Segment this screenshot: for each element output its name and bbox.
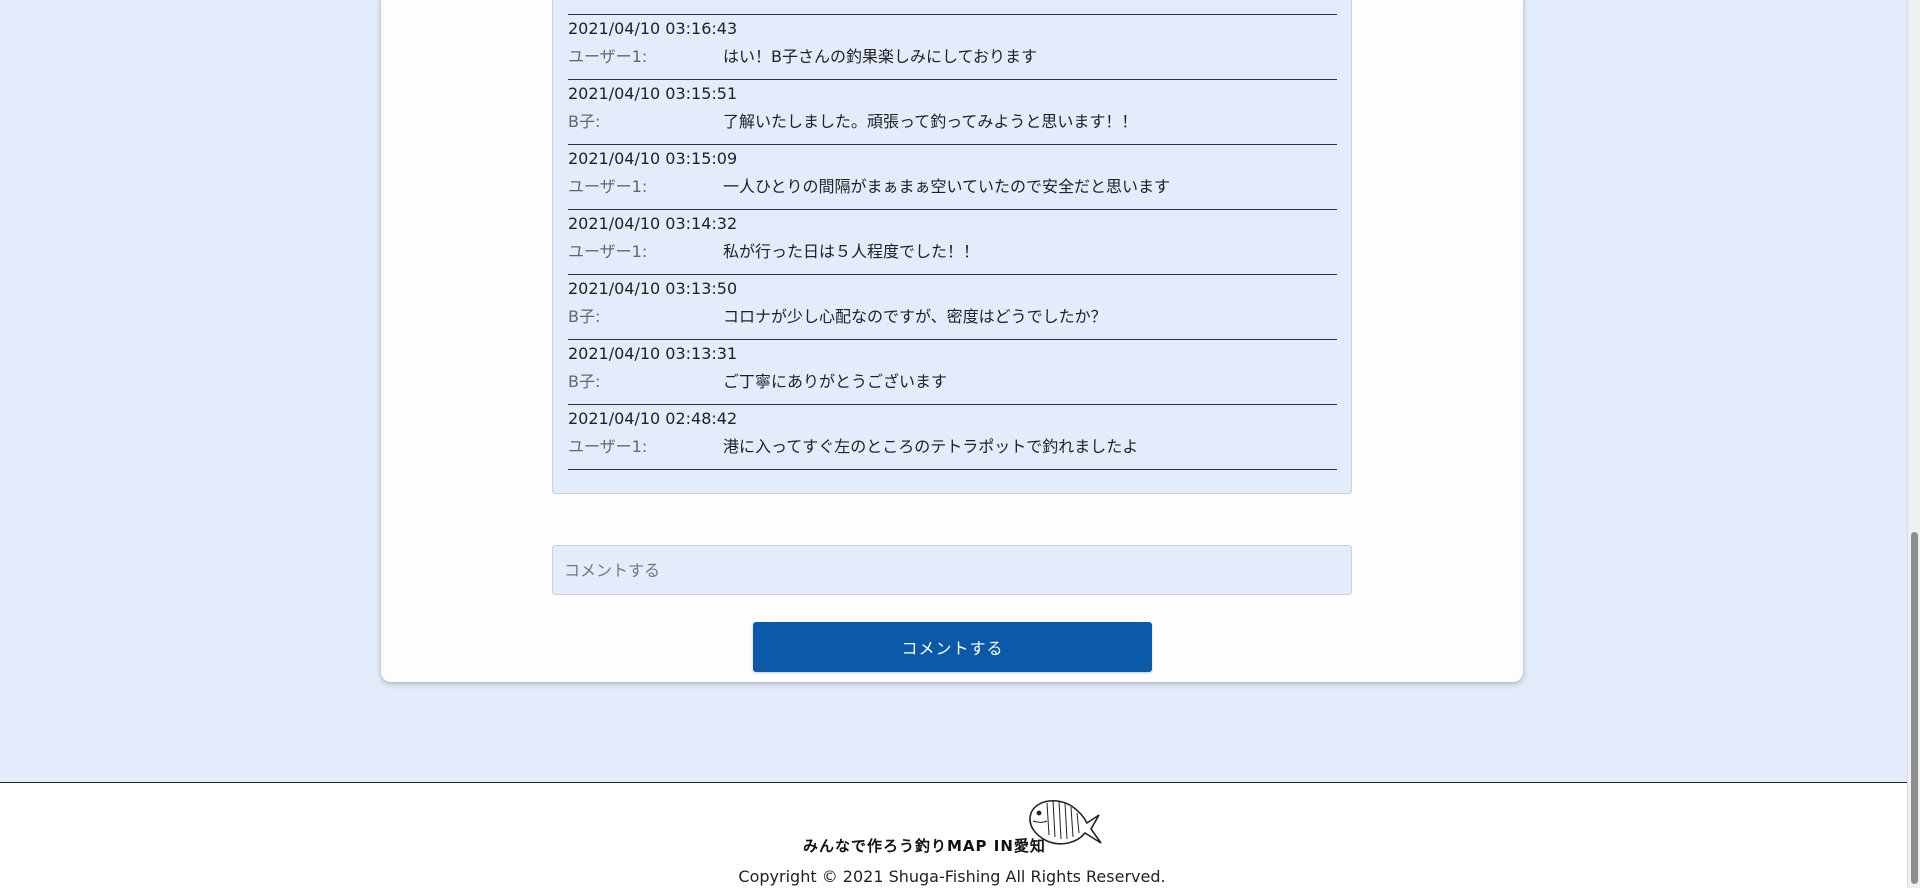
- comment-timestamp: 2021/04/10 03:16:43: [568, 19, 738, 38]
- comment-item: 2021/04/10 03:13:31 B子: ご丁寧にありがとうございます: [568, 340, 1337, 405]
- comment-user: ユーザー1:: [568, 177, 648, 196]
- comment-item: 2021/04/10 03:14:32 ユーザー1: 私が行った日は５人程度でし…: [568, 210, 1337, 275]
- comment-message: コロナが少し心配なのですが、密度はどうでしたか？: [723, 307, 1107, 326]
- page-scrollbar[interactable]: [1907, 0, 1920, 888]
- divider: [568, 0, 1337, 15]
- comment-message: 了解いたしました。頑張って釣ってみようと思います！！: [723, 112, 1138, 131]
- logo-text: みんなで作ろう釣りMAP IN愛知: [803, 837, 1046, 855]
- comment-user: ユーザー1:: [568, 437, 648, 456]
- comment-message: 私が行った日は５人程度でした！！: [723, 242, 980, 261]
- copyright-text: Copyright © 2021 Shuga-Fishing All Right…: [738, 867, 1166, 886]
- comment-timestamp: 2021/04/10 03:15:09: [568, 149, 738, 168]
- comment-user: B子:: [568, 112, 601, 131]
- comment-user: ユーザー1:: [568, 242, 648, 261]
- comment-item: 2021/04/10 03:16:43 ユーザー1: はい！B子さんの釣果楽しみ…: [568, 15, 1337, 80]
- comment-message: はい！B子さんの釣果楽しみにしております: [723, 47, 1038, 66]
- comment-item: 2021/04/10 03:15:09 ユーザー1: 一人ひとりの間隔がまぁまぁ…: [568, 145, 1337, 210]
- comment-message: 港に入ってすぐ左のところのテトラポットで釣れましたよ: [723, 437, 1139, 456]
- footer: みんなで作ろう釣りMAP IN愛知 Copyright © 2021 Shuga…: [0, 782, 1908, 888]
- comment-user: B子:: [568, 372, 601, 391]
- comment-timestamp: 2021/04/10 03:13:31: [568, 344, 738, 363]
- fish-icon: [1029, 800, 1102, 845]
- comment-item: 2021/04/10 03:15:51 B子: 了解いたしました。頑張って釣って…: [568, 80, 1337, 145]
- comment-timestamp: 2021/04/10 03:13:50: [568, 279, 738, 298]
- comment-message: 一人ひとりの間隔がまぁまぁ空いていたので安全だと思います: [723, 177, 1171, 196]
- submit-comment-button[interactable]: コメントする: [753, 622, 1152, 672]
- comments-panel[interactable]: 2021/04/10 03:16:43 ユーザー1: はい！B子さんの釣果楽しみ…: [552, 0, 1352, 494]
- page: 2021/04/10 03:16:43 ユーザー1: はい！B子さんの釣果楽しみ…: [0, 0, 1920, 888]
- scrollbar-thumb[interactable]: [1911, 532, 1918, 884]
- comment-message: ご丁寧にありがとうございます: [723, 372, 948, 391]
- comment-input[interactable]: [552, 545, 1352, 595]
- site-logo[interactable]: みんなで作ろう釣りMAP IN愛知: [803, 793, 1103, 859]
- comment-item: 2021/04/10 03:13:50 B子: コロナが少し心配なのですが、密度…: [568, 275, 1337, 340]
- comment-timestamp: 2021/04/10 02:48:42: [568, 409, 738, 428]
- comment-user: ユーザー1:: [568, 47, 648, 66]
- comments-list: 2021/04/10 03:16:43 ユーザー1: はい！B子さんの釣果楽しみ…: [568, 0, 1337, 470]
- comment-timestamp: 2021/04/10 03:15:51: [568, 84, 738, 103]
- comment-timestamp: 2021/04/10 03:14:32: [568, 214, 738, 233]
- comment-user: B子:: [568, 307, 601, 326]
- comment-item: 2021/04/10 02:48:42 ユーザー1: 港に入ってすぐ左のところの…: [568, 405, 1337, 470]
